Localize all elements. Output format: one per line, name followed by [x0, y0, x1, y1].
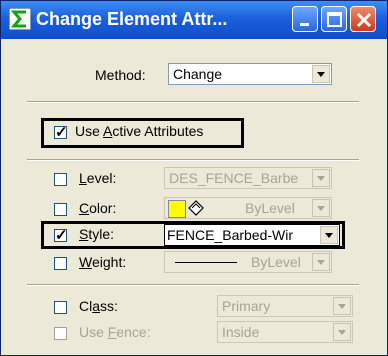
chevron-down-icon[interactable]: [320, 226, 338, 244]
weight-checkbox[interactable]: [54, 257, 67, 270]
color-label-key: C: [79, 200, 90, 216]
weight-label-key: W: [79, 254, 92, 270]
chevron-down-icon[interactable]: [312, 253, 330, 271]
class-label-post: ss:: [100, 298, 118, 314]
divider: [27, 284, 359, 286]
use-active-attributes-checkbox[interactable]: [54, 123, 68, 141]
method-label: Method:: [95, 67, 146, 83]
maximize-icon: [327, 12, 342, 27]
chevron-down-icon[interactable]: [312, 169, 330, 187]
chevron-down-icon[interactable]: [312, 199, 330, 217]
level-value: DES_FENCE_Barbe: [169, 170, 299, 186]
level-checkbox[interactable]: [54, 173, 67, 186]
use-fence-label-post: ence:: [116, 324, 151, 340]
use-fence-dropdown[interactable]: Inside: [217, 321, 353, 343]
style-label: Style:: [79, 226, 114, 242]
level-label: Level:: [79, 170, 116, 186]
style-checkbox[interactable]: [54, 226, 68, 244]
class-dropdown[interactable]: Primary: [217, 295, 353, 317]
chevron-down-icon[interactable]: [333, 297, 351, 315]
style-dropdown[interactable]: FENCE_Barbed-Wir: [164, 224, 340, 246]
method-value: Change: [173, 66, 223, 82]
color-picker-icon: [188, 200, 204, 216]
weight-value: ByLevel: [251, 254, 301, 270]
color-dropdown[interactable]: ByLevel: [164, 197, 332, 219]
use-active-attributes-label[interactable]: Use Active Attributes: [75, 123, 203, 139]
color-value: ByLevel: [245, 200, 295, 216]
window-title: Change Element Attr...: [36, 9, 228, 29]
weight-line-sample: [175, 262, 237, 263]
level-label-rest: evel:: [86, 170, 117, 186]
chevron-down-icon[interactable]: [333, 323, 351, 341]
method-dropdown[interactable]: Change: [168, 63, 332, 85]
style-label-rest: tyle:: [88, 226, 115, 242]
level-dropdown[interactable]: DES_FENCE_Barbe: [164, 167, 332, 189]
use-fence-label-pre: Use: [79, 324, 108, 340]
close-button[interactable]: [350, 6, 376, 32]
class-label: Class:: [79, 298, 118, 314]
use-active-label-pre: Use: [75, 123, 104, 139]
close-icon: [356, 12, 372, 28]
minimize-button[interactable]: [292, 6, 318, 32]
divider: [27, 101, 359, 103]
color-label-rest: olor:: [89, 200, 117, 216]
style-label-key: S: [79, 226, 89, 242]
use-active-label-key: A: [103, 123, 113, 139]
use-active-label-post: ctive Attributes: [112, 123, 204, 139]
use-fence-label: Use Fence:: [79, 324, 151, 340]
use-fence-checkbox[interactable]: [54, 327, 67, 340]
color-label: Color:: [79, 200, 116, 216]
style-value: FENCE_Barbed-Wir: [167, 227, 294, 243]
class-value: Primary: [222, 298, 271, 314]
title-bar[interactable]: Change Element Attr...: [1, 1, 387, 39]
weight-label-rest: eight:: [91, 254, 127, 270]
class-label-pre: Cl: [79, 298, 93, 314]
minimize-icon: [300, 23, 309, 26]
level-label-key: L: [79, 170, 87, 186]
color-checkbox[interactable]: [54, 203, 67, 216]
chevron-down-icon[interactable]: [312, 65, 330, 83]
class-label-key: a: [92, 298, 101, 314]
weight-label: Weight:: [79, 254, 126, 270]
weight-dropdown[interactable]: ByLevel: [164, 251, 332, 273]
class-checkbox[interactable]: [54, 301, 67, 314]
divider: [27, 159, 359, 161]
use-fence-value: Inside: [222, 324, 260, 340]
color-swatch: [168, 200, 186, 218]
maximize-button[interactable]: [321, 6, 347, 32]
change-element-attributes-dialog: Change Element Attr... Method: Change Us…: [0, 0, 388, 356]
change-attributes-icon: [9, 8, 31, 30]
